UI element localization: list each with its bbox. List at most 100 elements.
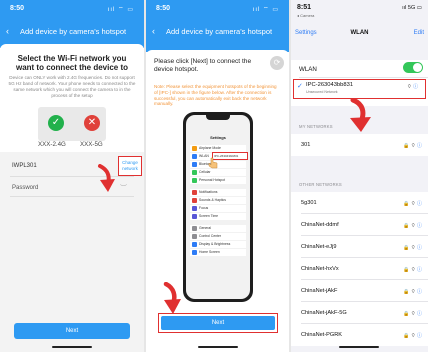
refresh-icon[interactable]: ⟳ — [270, 56, 284, 70]
edit-button[interactable]: Edit — [414, 30, 424, 36]
lock-icon: 🔒 — [403, 245, 410, 251]
info-icon: ⓘ — [416, 143, 422, 149]
panel-ios-wlan: 8:51 ◂ Camera ııl 5G ▭ WLAN Settings Edi… — [291, 0, 428, 352]
status-time: 8:51 — [297, 4, 312, 11]
page-heading: Select the Wi-Fi network you want to con… — [15, 54, 128, 72]
next-button[interactable]: Next — [161, 316, 275, 330]
network-icons: 🔒 ⌔ ⓘ — [403, 142, 422, 149]
lock-icon: 🔒 — [403, 201, 410, 207]
phone-row: Focus — [190, 205, 246, 212]
checkmark-icon: ✓ — [297, 83, 303, 90]
wifi-icon: ⌔ — [410, 311, 416, 317]
panel-select-wifi: 8:50 ııl ⌔ ▭ ‹ Add device by camera's ho… — [0, 0, 144, 352]
network-row[interactable]: 301 🔒 ⌔ ⓘ — [291, 134, 428, 156]
instruction-note: Note: Please select the equipment hotspo… — [154, 84, 277, 107]
info-icon: ⓘ — [416, 333, 422, 339]
home-indicator — [198, 346, 238, 348]
home-indicator — [52, 346, 92, 348]
phone-illustration: Settings Airplane Mode WLAN Bluetooth Ce… — [183, 112, 253, 302]
info-icon: ⓘ — [416, 223, 422, 229]
lock-icon: 🔒 — [403, 267, 410, 273]
status-bar: 8:51 ◂ Camera ııl 5G ▭ — [297, 4, 422, 18]
red-arrow-icon — [98, 164, 115, 192]
next-button-highlight[interactable]: Next — [158, 313, 278, 333]
phone-notch — [206, 115, 230, 120]
wlan-toggle[interactable] — [403, 62, 423, 73]
phone-row: Cellular — [190, 169, 246, 176]
phone-row: Personal Hotspot — [190, 177, 246, 184]
password-field[interactable]: Password — [12, 185, 38, 191]
wifi-icon: ⌔ — [410, 267, 416, 273]
wlan-label: WLAN — [299, 66, 317, 73]
network-icons: 🔒 ⌔ ⓘ — [403, 222, 422, 229]
nav-bar: ‹ Add device by camera's hotspot — [6, 26, 138, 40]
page-description: Device can ONLY work with 2.4G frequenci… — [8, 75, 136, 98]
divider — [10, 196, 134, 197]
eye-icon[interactable]: ︶ — [120, 183, 127, 193]
nav-title: Add device by camera's hotspot — [166, 27, 273, 36]
network-row[interactable]: ChinaNet-ddmf 🔒 ⌔ ⓘ — [291, 214, 428, 236]
network-icons: 🔒 ⌔ ⓘ — [403, 266, 422, 273]
connected-network-status: Unsecured Network — [306, 90, 338, 94]
back-chevron-icon[interactable]: ‹ — [152, 26, 155, 36]
band-5-label: XXX-5G — [80, 141, 103, 148]
phone-row: Bluetooth — [190, 161, 246, 168]
next-button[interactable]: Next — [14, 323, 130, 339]
phone-row: Display & Brightness — [190, 241, 246, 248]
wifi-icon: ⌔ — [410, 201, 416, 207]
status-icons: ııl ⌔ ▭ — [107, 7, 134, 13]
form-area — [0, 152, 144, 352]
network-icons: 🔒 ⌔ ⓘ — [403, 310, 422, 317]
wifi-icon: ⌔ — [410, 333, 416, 339]
network-name: ChinaNet-hxVx — [301, 266, 339, 272]
network-row[interactable]: ChinaNet-PGRK 🔒 ⌔ ⓘ — [291, 324, 428, 346]
network-row[interactable]: ChinaNet-eJj9 🔒 ⌔ ⓘ — [291, 236, 428, 258]
network-icons: 🔒 ⌔ ⓘ — [403, 332, 422, 339]
back-chevron-icon[interactable]: ‹ — [6, 26, 9, 36]
home-indicator — [339, 346, 379, 348]
info-icon: ⓘ — [416, 311, 422, 317]
network-row[interactable]: ChinaNet-jAkF 🔒 ⌔ ⓘ — [291, 280, 428, 302]
wifi-icon: ⌔ — [410, 289, 416, 295]
phone-settings-title: Settings — [210, 135, 226, 140]
divider — [299, 77, 428, 78]
settings-back-button[interactable]: Settings — [295, 30, 317, 36]
phone-row: Control Center — [190, 233, 246, 240]
toggle-knob — [413, 63, 422, 72]
phone-row: Screen Time — [190, 213, 246, 220]
return-app-link[interactable]: ◂ Camera — [297, 13, 314, 18]
nav-bar: ‹ Add device by camera's hotspot — [152, 26, 283, 40]
status-bar: 8:50 ııl ⌔ ▭ — [156, 5, 279, 15]
nav-bar: WLAN Settings Edit — [295, 30, 424, 40]
network-name: ChinaNet-eJj9 — [301, 244, 337, 250]
status-time: 8:50 — [156, 5, 171, 12]
info-icon: ⓘ — [416, 289, 422, 295]
wifi-icon: ⌔ — [410, 245, 416, 251]
status-icons: ııl 5G ▭ — [402, 5, 422, 11]
status-bar: 8:50 ııl ⌔ ▭ — [10, 5, 134, 15]
band-24-label: XXX-2.4G — [38, 141, 66, 148]
connected-network-icons: ⌔ ⓘ — [407, 83, 418, 90]
phone-screen: Settings Airplane Mode WLAN Bluetooth Ce… — [186, 115, 250, 299]
network-row[interactable]: ChinaNet-jAkF-5G 🔒 ⌔ ⓘ — [291, 302, 428, 324]
info-icon: ⓘ — [413, 84, 419, 90]
check-icon: ✓ — [48, 115, 64, 131]
phone-row: Home Screen — [190, 249, 246, 256]
network-icons: 🔒 ⌔ ⓘ — [403, 244, 422, 251]
red-arrow-icon — [350, 98, 371, 132]
info-icon: ⓘ — [416, 245, 422, 251]
network-row[interactable]: 5g301 🔒 ⌔ ⓘ — [291, 192, 428, 214]
ssid-field[interactable]: IWPL301 — [12, 163, 37, 169]
change-network-button[interactable]: Change network — [118, 156, 142, 176]
status-icons: ııl ⌔ ▭ — [252, 7, 279, 13]
network-name: ChinaNet-PGRK — [301, 332, 343, 338]
wifi-icon: ⌔ — [410, 223, 416, 229]
network-name: 5g301 — [301, 200, 317, 206]
lock-icon: 🔒 — [403, 289, 410, 295]
panel-connect-hotspot: 8:50 ııl ⌔ ▭ ‹ Add device by camera's ho… — [146, 0, 289, 352]
lock-icon: 🔒 — [403, 333, 410, 339]
other-networks-header: OTHER NETWORKS — [299, 182, 342, 187]
page-heading: Please click [Next] to connect the devic… — [154, 58, 252, 73]
connected-network-name[interactable]: IPC-263043bb831 — [306, 82, 353, 88]
network-row[interactable]: ChinaNet-hxVx 🔒 ⌔ ⓘ — [291, 258, 428, 280]
